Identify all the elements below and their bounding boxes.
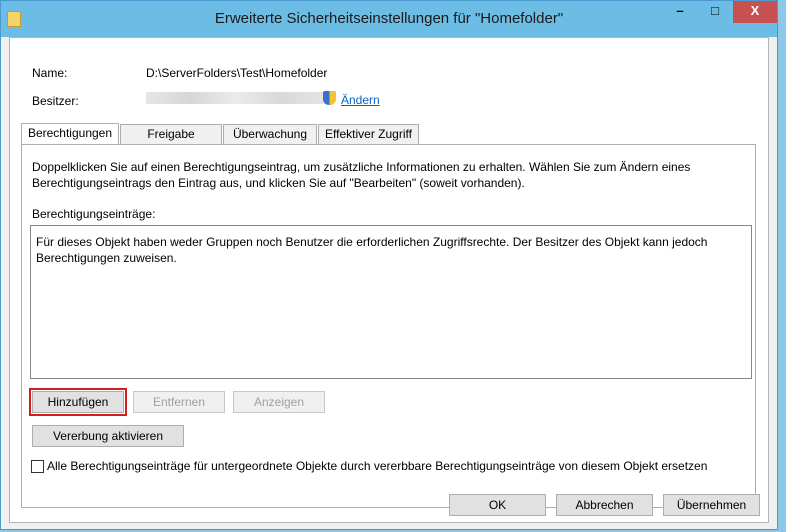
add-button[interactable]: Hinzufügen — [29, 388, 127, 416]
remove-button[interactable]: Entfernen — [133, 391, 225, 413]
close-button[interactable]: X — [733, 1, 777, 23]
uac-shield-icon — [323, 91, 336, 105]
change-owner-link[interactable]: Ändern — [341, 93, 380, 107]
maximize-button[interactable]: □ — [698, 1, 732, 23]
tab-effective-access[interactable]: Effektiver Zugriff — [318, 124, 419, 144]
tab-auditing[interactable]: Überwachung — [223, 124, 317, 144]
tab-permissions[interactable]: Berechtigungen — [21, 123, 119, 145]
apply-button[interactable]: Übernehmen — [663, 494, 760, 516]
enable-inheritance-button[interactable]: Vererbung aktivieren — [32, 425, 184, 447]
owner-value-redacted — [146, 92, 326, 104]
replace-child-permissions-checkbox[interactable] — [31, 460, 44, 473]
window-title: Erweiterte Sicherheitseinstellungen für … — [214, 10, 564, 27]
cancel-button[interactable]: Abbrechen — [556, 494, 653, 516]
owner-label: Besitzer: — [32, 94, 79, 108]
tab-sharing[interactable]: Freigabe — [120, 124, 222, 144]
panel-description: Doppelklicken Sie auf einen Berechtigung… — [32, 160, 691, 190]
minimize-button[interactable]: – — [663, 1, 697, 23]
permission-entries-list[interactable]: Für dieses Objekt haben weder Gruppen no… — [30, 225, 752, 379]
dialog-content: Name: D:\ServerFolders\Test\Homefolder B… — [9, 37, 769, 523]
name-value: D:\ServerFolders\Test\Homefolder — [146, 66, 328, 80]
title-bar[interactable]: Erweiterte Sicherheitseinstellungen für … — [1, 1, 777, 37]
highlight-frame — [29, 388, 127, 416]
replace-child-permissions-label[interactable]: Alle Berechtigungseinträge für untergeor… — [47, 459, 707, 473]
entries-label: Berechtigungseinträge: — [32, 207, 156, 221]
view-button[interactable]: Anzeigen — [233, 391, 325, 413]
entries-message: Für dieses Objekt haben weder Gruppen no… — [36, 235, 708, 265]
name-label: Name: — [32, 66, 68, 80]
security-dialog: Erweiterte Sicherheitseinstellungen für … — [0, 0, 778, 530]
permissions-panel: Doppelklicken Sie auf einen Berechtigung… — [21, 144, 756, 508]
ok-button[interactable]: OK — [449, 494, 546, 516]
